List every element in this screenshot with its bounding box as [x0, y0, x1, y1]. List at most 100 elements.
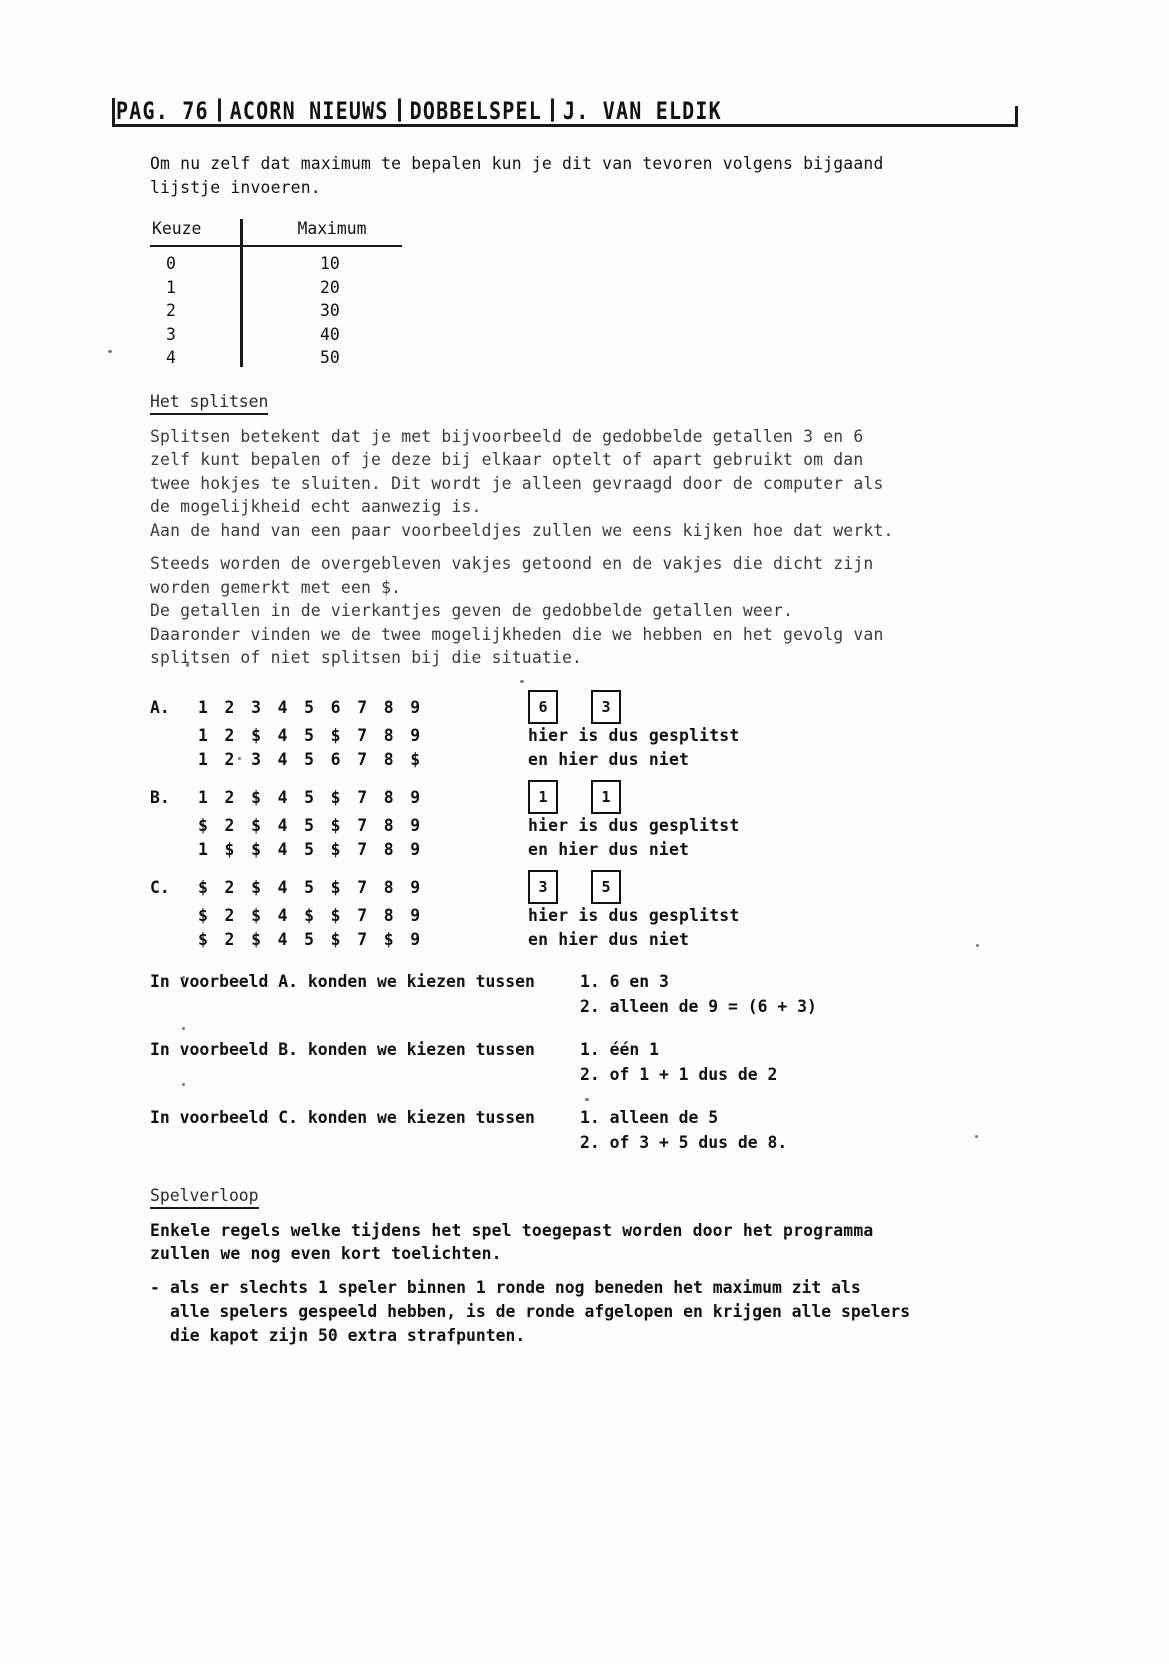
example-sequence: 1 2 3 4 5 6 7 8 9: [198, 697, 424, 717]
die-icon: 1: [528, 780, 558, 815]
cell-keuze: 1: [166, 277, 176, 297]
masthead-divider-1: [217, 98, 221, 122]
column-header-maximum: Maximum: [297, 219, 367, 238]
scan-speck: [108, 350, 112, 353]
example-option-sequence: 1 2 $ 4 5 $ 7 8 9: [198, 726, 424, 746]
example-option-note: hier is dus gesplitst: [528, 816, 740, 836]
example-block-a: A. 1 2 3 4 5 6 7 8 9 6 3 1 2 $ 4 5 $ 7 8…: [150, 690, 1030, 771]
table-row: 2 30: [150, 299, 420, 323]
table-row: 4 50: [150, 346, 420, 370]
scan-speck: [182, 1027, 185, 1030]
die-icon: 3: [528, 870, 558, 905]
masthead-author: J. VAN ELDIK: [563, 96, 722, 126]
example-option-row: 1 2 3 4 5 6 7 8 $ en hier dus niet: [150, 747, 1030, 771]
column-header-keuze: Keuze: [152, 219, 202, 238]
example-option-note: en hier dus niet: [528, 929, 690, 949]
conclusion-option-1: 1. alleen de 5: [580, 1107, 719, 1127]
cell-keuze: 2: [166, 301, 176, 321]
table-header-row: Keuze Maximum: [150, 217, 420, 243]
example-option-note: en hier dus niet: [528, 839, 690, 859]
table-body: 0 10 1 20 2 30 3 4 0 4 50: [150, 252, 420, 370]
cell-maximum: 30: [320, 301, 340, 321]
masthead-divider-2: [397, 98, 401, 122]
masthead-article-title: DOBBELSPEL: [409, 96, 543, 126]
conclusion-c: In voorbeeld C. konden we kiezen tussen …: [150, 1105, 1030, 1155]
section-heading-spelverloop: Spelverloop: [150, 1185, 259, 1209]
example-option-sequence: 1 $ $ 4 5 $ 7 8 9: [198, 839, 424, 859]
section-spelverloop: Spelverloop: [150, 1185, 1030, 1209]
masthead-row: PAG. 76 ACORN NIEUWS DOBBELSPEL J. VAN E…: [116, 96, 731, 125]
spelverloop-intro: Enkele regels welke tijdens het spel toe…: [150, 1220, 874, 1264]
splitsen-paragraph-1: Splitsen betekent dat je met bijvoorbeel…: [150, 426, 894, 540]
example-option-sequence: $ 2 $ 4 5 $ 7 $ 9: [198, 929, 424, 949]
conclusion-lead: In voorbeeld C. konden we kiezen tussen: [150, 1107, 535, 1127]
example-sequence: 1 2 $ 4 5 $ 7 8 9: [198, 787, 424, 807]
cell-keuze: 0: [166, 254, 176, 273]
scan-speck: [238, 757, 241, 760]
example-option-row: $ 2 $ 4 5 $ 7 $ 9 en hier dus niet: [150, 927, 1030, 951]
scan-speck: [585, 1098, 589, 1101]
scan-speck: [182, 1083, 185, 1086]
scan-speck: [975, 1135, 978, 1138]
cell-keuze: 4: [166, 348, 176, 368]
conclusion-row: In voorbeeld A. konden we kiezen tussen …: [150, 969, 1030, 994]
cell-maximum: 50: [320, 348, 340, 368]
conclusion-a: In voorbeeld A. konden we kiezen tussen …: [150, 969, 1030, 1019]
example-option-row: 1 $ $ 4 5 $ 7 8 9 en hier dus niet: [150, 837, 1030, 861]
example-option-note: hier is dus gesplitst: [528, 726, 740, 746]
table-row: 1 20: [150, 276, 420, 300]
example-header-row: C. $ 2 $ 4 5 $ 7 8 9 3 5: [150, 870, 1030, 905]
conclusion-row: 2. of 3 + 5 dus de 8.: [150, 1130, 1030, 1155]
conclusion-indent-spacer: [150, 1130, 580, 1155]
example-option-row: $ 2 $ 4 5 $ 7 8 9 hier is dus gesplitst: [150, 814, 1030, 838]
example-block-b: B. 1 2 $ 4 5 $ 7 8 9 1 1 $ 2 $ 4 5 $ 7 8…: [150, 780, 1030, 861]
section-heading-het-splitsen: Het splitsen: [150, 391, 269, 415]
example-label: A.: [150, 697, 170, 717]
section-het-splitsen: Het splitsen: [150, 391, 1030, 415]
spelverloop-bullet: - als er slechts 1 speler binnen 1 ronde…: [150, 1276, 1030, 1348]
conclusion-row: 2. alleen de 9 = (6 + 3): [150, 994, 1030, 1019]
conclusion-row: In voorbeeld B. konden we kiezen tussen …: [150, 1037, 1030, 1062]
conclusion-option-2: 2. of 3 + 5 dus de 8.: [580, 1132, 788, 1152]
cell-maximum: 20: [320, 277, 340, 297]
conclusion-row: 2. of 1 + 1 dus de 2: [150, 1062, 1030, 1087]
example-option-sequence: $ 2 $ 4 5 $ 7 8 9: [198, 816, 424, 836]
example-option-note: en hier dus niet: [528, 749, 690, 769]
bullet-text: als er slechts 1 speler binnen 1 ronde n…: [170, 1277, 911, 1345]
masthead-divider-3: [551, 98, 555, 122]
example-sequence: $ 2 $ 4 5 $ 7 8 9: [198, 877, 424, 897]
intro-paragraph: Om nu zelf dat maximum te bepalen kun je…: [150, 154, 884, 197]
scan-speck: [182, 976, 185, 979]
document-page: PAG. 76 ACORN NIEUWS DOBBELSPEL J. VAN E…: [0, 0, 1169, 1664]
example-option-sequence: 1 2 3 4 5 6 7 8 $: [198, 749, 424, 769]
conclusion-option-2: 2. alleen de 9 = (6 + 3): [580, 996, 817, 1016]
page-masthead: PAG. 76 ACORN NIEUWS DOBBELSPEL J. VAN E…: [112, 96, 1018, 130]
conclusion-option-2: 2. of 1 + 1 dus de 2: [580, 1064, 778, 1084]
masthead-publication: ACORN NIEUWS: [229, 96, 389, 126]
masthead-left-tick: [112, 98, 115, 126]
scan-speck: [186, 663, 189, 667]
example-header-row: B. 1 2 $ 4 5 $ 7 8 9 1 1: [150, 780, 1030, 815]
splitsen-paragraph-2: Steeds worden de overgebleven vakjes get…: [150, 554, 884, 668]
dice-group: 3 5: [528, 870, 621, 905]
conclusion-lead: In voorbeeld B. konden we kiezen tussen: [150, 1039, 535, 1059]
table-header-rule: [150, 245, 402, 247]
conclusion-b: In voorbeeld B. konden we kiezen tussen …: [150, 1037, 1030, 1087]
conclusion-option-1: 1. één 1: [580, 1039, 659, 1059]
die-icon: 3: [591, 690, 621, 725]
cell-keuze: 3: [166, 324, 176, 344]
example-block-c: C. $ 2 $ 4 5 $ 7 8 9 3 5 $ 2 $ 4 $ $ 7 8…: [150, 870, 1030, 951]
conclusion-lead: In voorbeeld A. konden we kiezen tussen: [150, 971, 535, 991]
scan-speck: [976, 944, 979, 947]
table-row: 0 10: [150, 252, 420, 276]
page-content: Om nu zelf dat maximum te bepalen kun je…: [150, 152, 1030, 1348]
cell-maximum: 10: [320, 254, 340, 273]
masthead-right-tick: [1015, 106, 1018, 126]
bullet-marker-icon: -: [150, 1277, 160, 1297]
die-icon: 6: [528, 690, 558, 725]
dice-group: 1 1: [528, 780, 621, 815]
dice-group: 6 3: [528, 690, 621, 725]
example-label: B.: [150, 787, 170, 807]
example-option-note: hier is dus gesplitst: [528, 906, 740, 926]
conclusion-option-1: 1. 6 en 3: [580, 971, 669, 991]
